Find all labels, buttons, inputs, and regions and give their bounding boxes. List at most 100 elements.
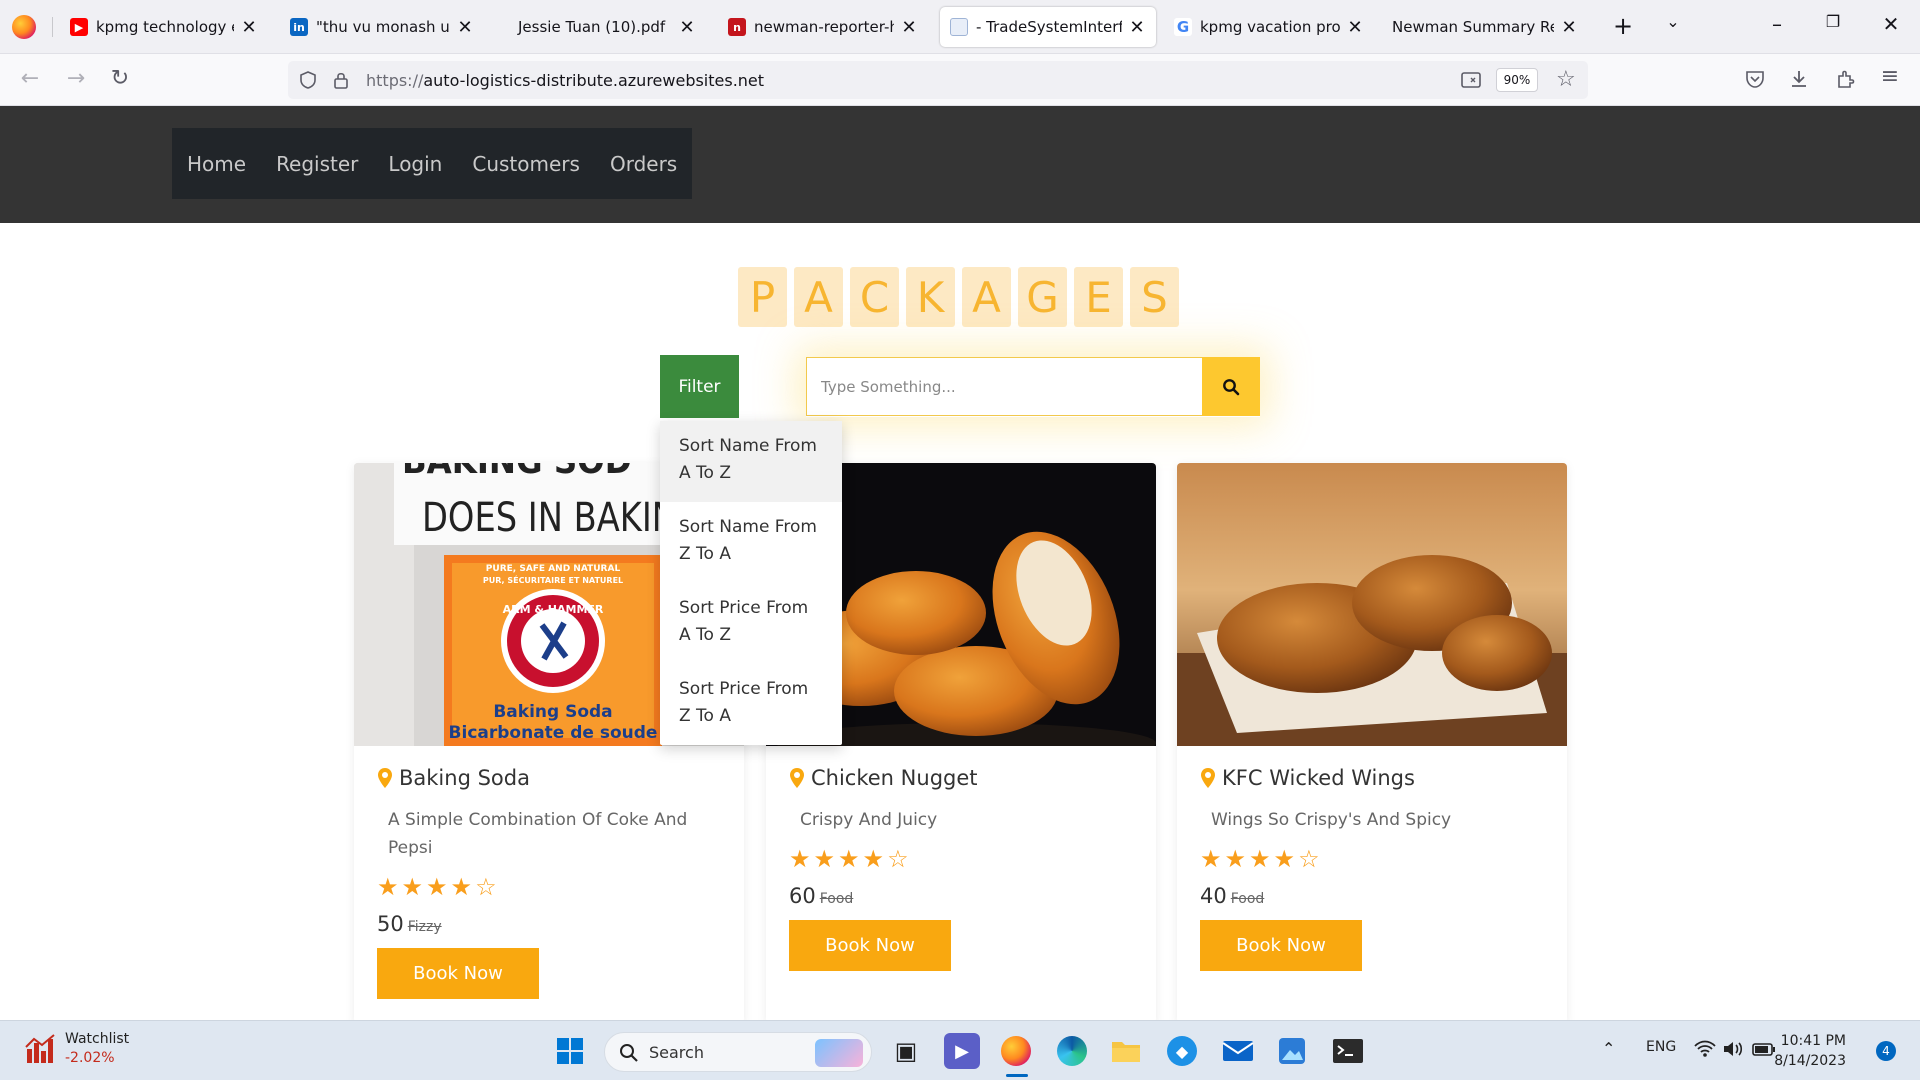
minimize-icon[interactable]: – xyxy=(1762,12,1792,36)
zoom-level[interactable]: 90% xyxy=(1496,68,1538,92)
stock-chart-icon[interactable] xyxy=(24,1033,56,1065)
tab-linkedin[interactable]: in "thu vu monash univer ✕ xyxy=(280,7,484,47)
windows-start-icon[interactable] xyxy=(552,1033,588,1069)
tab-trade-system[interactable]: - TradeSystemInterfac ✕ xyxy=(940,7,1156,47)
close-tab-icon[interactable]: ✕ xyxy=(456,17,474,38)
site-header: Home Register Login Customers Orders xyxy=(0,106,1920,223)
close-window-icon[interactable]: ✕ xyxy=(1876,12,1906,36)
sort-name-asc-option[interactable]: Sort Name From A To Z xyxy=(660,421,842,502)
rating-stars: ★ ★ ★ ★ ☆ xyxy=(789,846,1139,872)
close-tab-icon[interactable]: ✕ xyxy=(678,17,696,38)
tab-google[interactable]: G kpmg vacation progra ✕ xyxy=(1164,7,1374,47)
url-bar[interactable]: https://auto-logistics-distribute.azurew… xyxy=(288,61,1588,99)
teams-chat-icon[interactable]: ▶ xyxy=(944,1033,980,1069)
clock[interactable]: 10:41 PM 8/14/2023 xyxy=(1774,1031,1846,1071)
filter-button[interactable]: Filter xyxy=(660,355,739,418)
firefox-logo-icon[interactable] xyxy=(12,15,36,39)
restore-icon[interactable]: ❐ xyxy=(1818,12,1848,31)
close-tab-icon[interactable]: ✕ xyxy=(1346,17,1364,38)
tab-title: newman-reporter-htm xyxy=(754,18,894,36)
price-old-label: Food xyxy=(819,891,854,907)
star-filled-icon: ★ xyxy=(838,845,860,873)
task-view-icon[interactable]: ▣ xyxy=(888,1033,924,1069)
book-now-button[interactable]: Book Now xyxy=(377,948,539,999)
docker-icon[interactable]: ◆ xyxy=(1164,1033,1200,1069)
edge-icon[interactable] xyxy=(1054,1033,1090,1069)
sort-price-desc-option[interactable]: Sort Price From Z To A xyxy=(660,664,842,745)
taskbar-search-label: Search xyxy=(649,1043,704,1062)
close-tab-icon[interactable]: ✕ xyxy=(240,17,258,38)
package-price: 50 Fizzy xyxy=(377,912,727,936)
price-old-label: Food xyxy=(1230,891,1265,907)
card-body: KFC Wicked Wings Wings So Crispy's And S… xyxy=(1200,766,1550,971)
wifi-icon[interactable] xyxy=(1694,1040,1716,1058)
tab-title: Newman Summary Report xyxy=(1392,18,1554,36)
sort-name-desc-option[interactable]: Sort Name From Z To A xyxy=(660,502,842,583)
image-headline-top: BAKING SOD xyxy=(402,463,632,482)
reload-icon[interactable]: ↻ xyxy=(106,66,134,91)
nav-orders[interactable]: Orders xyxy=(610,152,677,176)
package-price: 40 Food xyxy=(1200,884,1550,908)
tab-title: kpmg vacation progra xyxy=(1200,18,1340,36)
sort-price-asc-option[interactable]: Sort Price From A To Z xyxy=(660,583,842,664)
tab-youtube[interactable]: ▶ kpmg technology engi ✕ xyxy=(60,7,268,47)
fried-wings-image xyxy=(1177,463,1567,746)
package-name: Baking Soda xyxy=(399,766,530,790)
close-tab-icon[interactable]: ✕ xyxy=(900,17,918,38)
bookmark-star-icon[interactable]: ☆ xyxy=(1556,67,1576,92)
star-empty-icon: ☆ xyxy=(887,845,909,873)
close-tab-icon[interactable]: ✕ xyxy=(1128,17,1146,38)
tab-pdf[interactable]: Jessie Tuan (10).pdf ✕ xyxy=(496,7,706,47)
list-tabs-chevron-icon[interactable]: ⌄ xyxy=(1658,12,1688,31)
watchlist-title[interactable]: Watchlist xyxy=(65,1031,129,1047)
pocket-icon[interactable] xyxy=(1744,68,1766,90)
notification-badge[interactable]: 4 xyxy=(1876,1041,1896,1061)
language-indicator[interactable]: ENG xyxy=(1646,1039,1676,1055)
search-button[interactable] xyxy=(1202,357,1260,416)
book-now-button[interactable]: Book Now xyxy=(1200,920,1362,971)
search-icon xyxy=(1223,378,1240,395)
title-letter: C xyxy=(850,267,899,327)
box-tag-1: PURE, SAFE AND NATURAL xyxy=(486,564,621,574)
url-text[interactable]: https://auto-logistics-distribute.azurew… xyxy=(366,71,764,90)
back-icon[interactable]: ← xyxy=(16,66,44,91)
taskbar-search[interactable]: Search xyxy=(604,1032,872,1072)
url-protocol: https:// xyxy=(366,71,424,90)
star-filled-icon: ★ xyxy=(377,873,399,901)
shield-icon[interactable] xyxy=(298,70,318,90)
search-highlight-icon xyxy=(815,1039,863,1067)
search-input[interactable] xyxy=(806,357,1203,416)
lock-icon[interactable] xyxy=(332,70,350,90)
book-now-button[interactable]: Book Now xyxy=(789,920,951,971)
watchlist-value: -2.02% xyxy=(65,1050,115,1066)
volume-icon[interactable] xyxy=(1722,1040,1744,1058)
nav-login[interactable]: Login xyxy=(388,152,442,176)
nav-home[interactable]: Home xyxy=(187,152,246,176)
mail-icon[interactable] xyxy=(1220,1033,1256,1069)
folder-icon xyxy=(1112,1042,1140,1062)
star-filled-icon: ★ xyxy=(426,873,448,901)
card-title: Baking Soda xyxy=(377,766,727,790)
tab-separator xyxy=(52,17,53,37)
browser-tab-strip: ▶ kpmg technology engi ✕ in "thu vu mona… xyxy=(0,0,1920,54)
battery-icon[interactable] xyxy=(1752,1040,1776,1058)
tray-overflow-chevron-icon[interactable]: ⌃ xyxy=(1602,1039,1615,1058)
file-explorer-icon[interactable] xyxy=(1108,1033,1144,1069)
reader-view-icon[interactable] xyxy=(1460,70,1482,90)
nav-register[interactable]: Register xyxy=(276,152,358,176)
terminal-icon[interactable] xyxy=(1330,1033,1366,1069)
extensions-icon[interactable] xyxy=(1834,68,1856,90)
image-product-fr: Bicarbonate de soude xyxy=(449,723,658,743)
docker-whale-icon: ◆ xyxy=(1167,1036,1197,1066)
tab-newman-reporter[interactable]: n newman-reporter-htm ✕ xyxy=(718,7,928,47)
forward-icon[interactable]: → xyxy=(62,66,90,91)
firefox-taskbar-icon[interactable] xyxy=(998,1033,1034,1069)
close-tab-icon[interactable]: ✕ xyxy=(1560,17,1578,38)
new-tab-icon[interactable]: + xyxy=(1608,12,1638,40)
download-icon[interactable] xyxy=(1788,68,1810,90)
tab-newman-summary[interactable]: Newman Summary Report ✕ xyxy=(1382,7,1588,47)
menu-hamburger-icon[interactable]: ≡ xyxy=(1876,64,1904,89)
nav-customers[interactable]: Customers xyxy=(472,152,580,176)
search-icon xyxy=(620,1044,638,1062)
photos-icon[interactable] xyxy=(1274,1033,1310,1069)
